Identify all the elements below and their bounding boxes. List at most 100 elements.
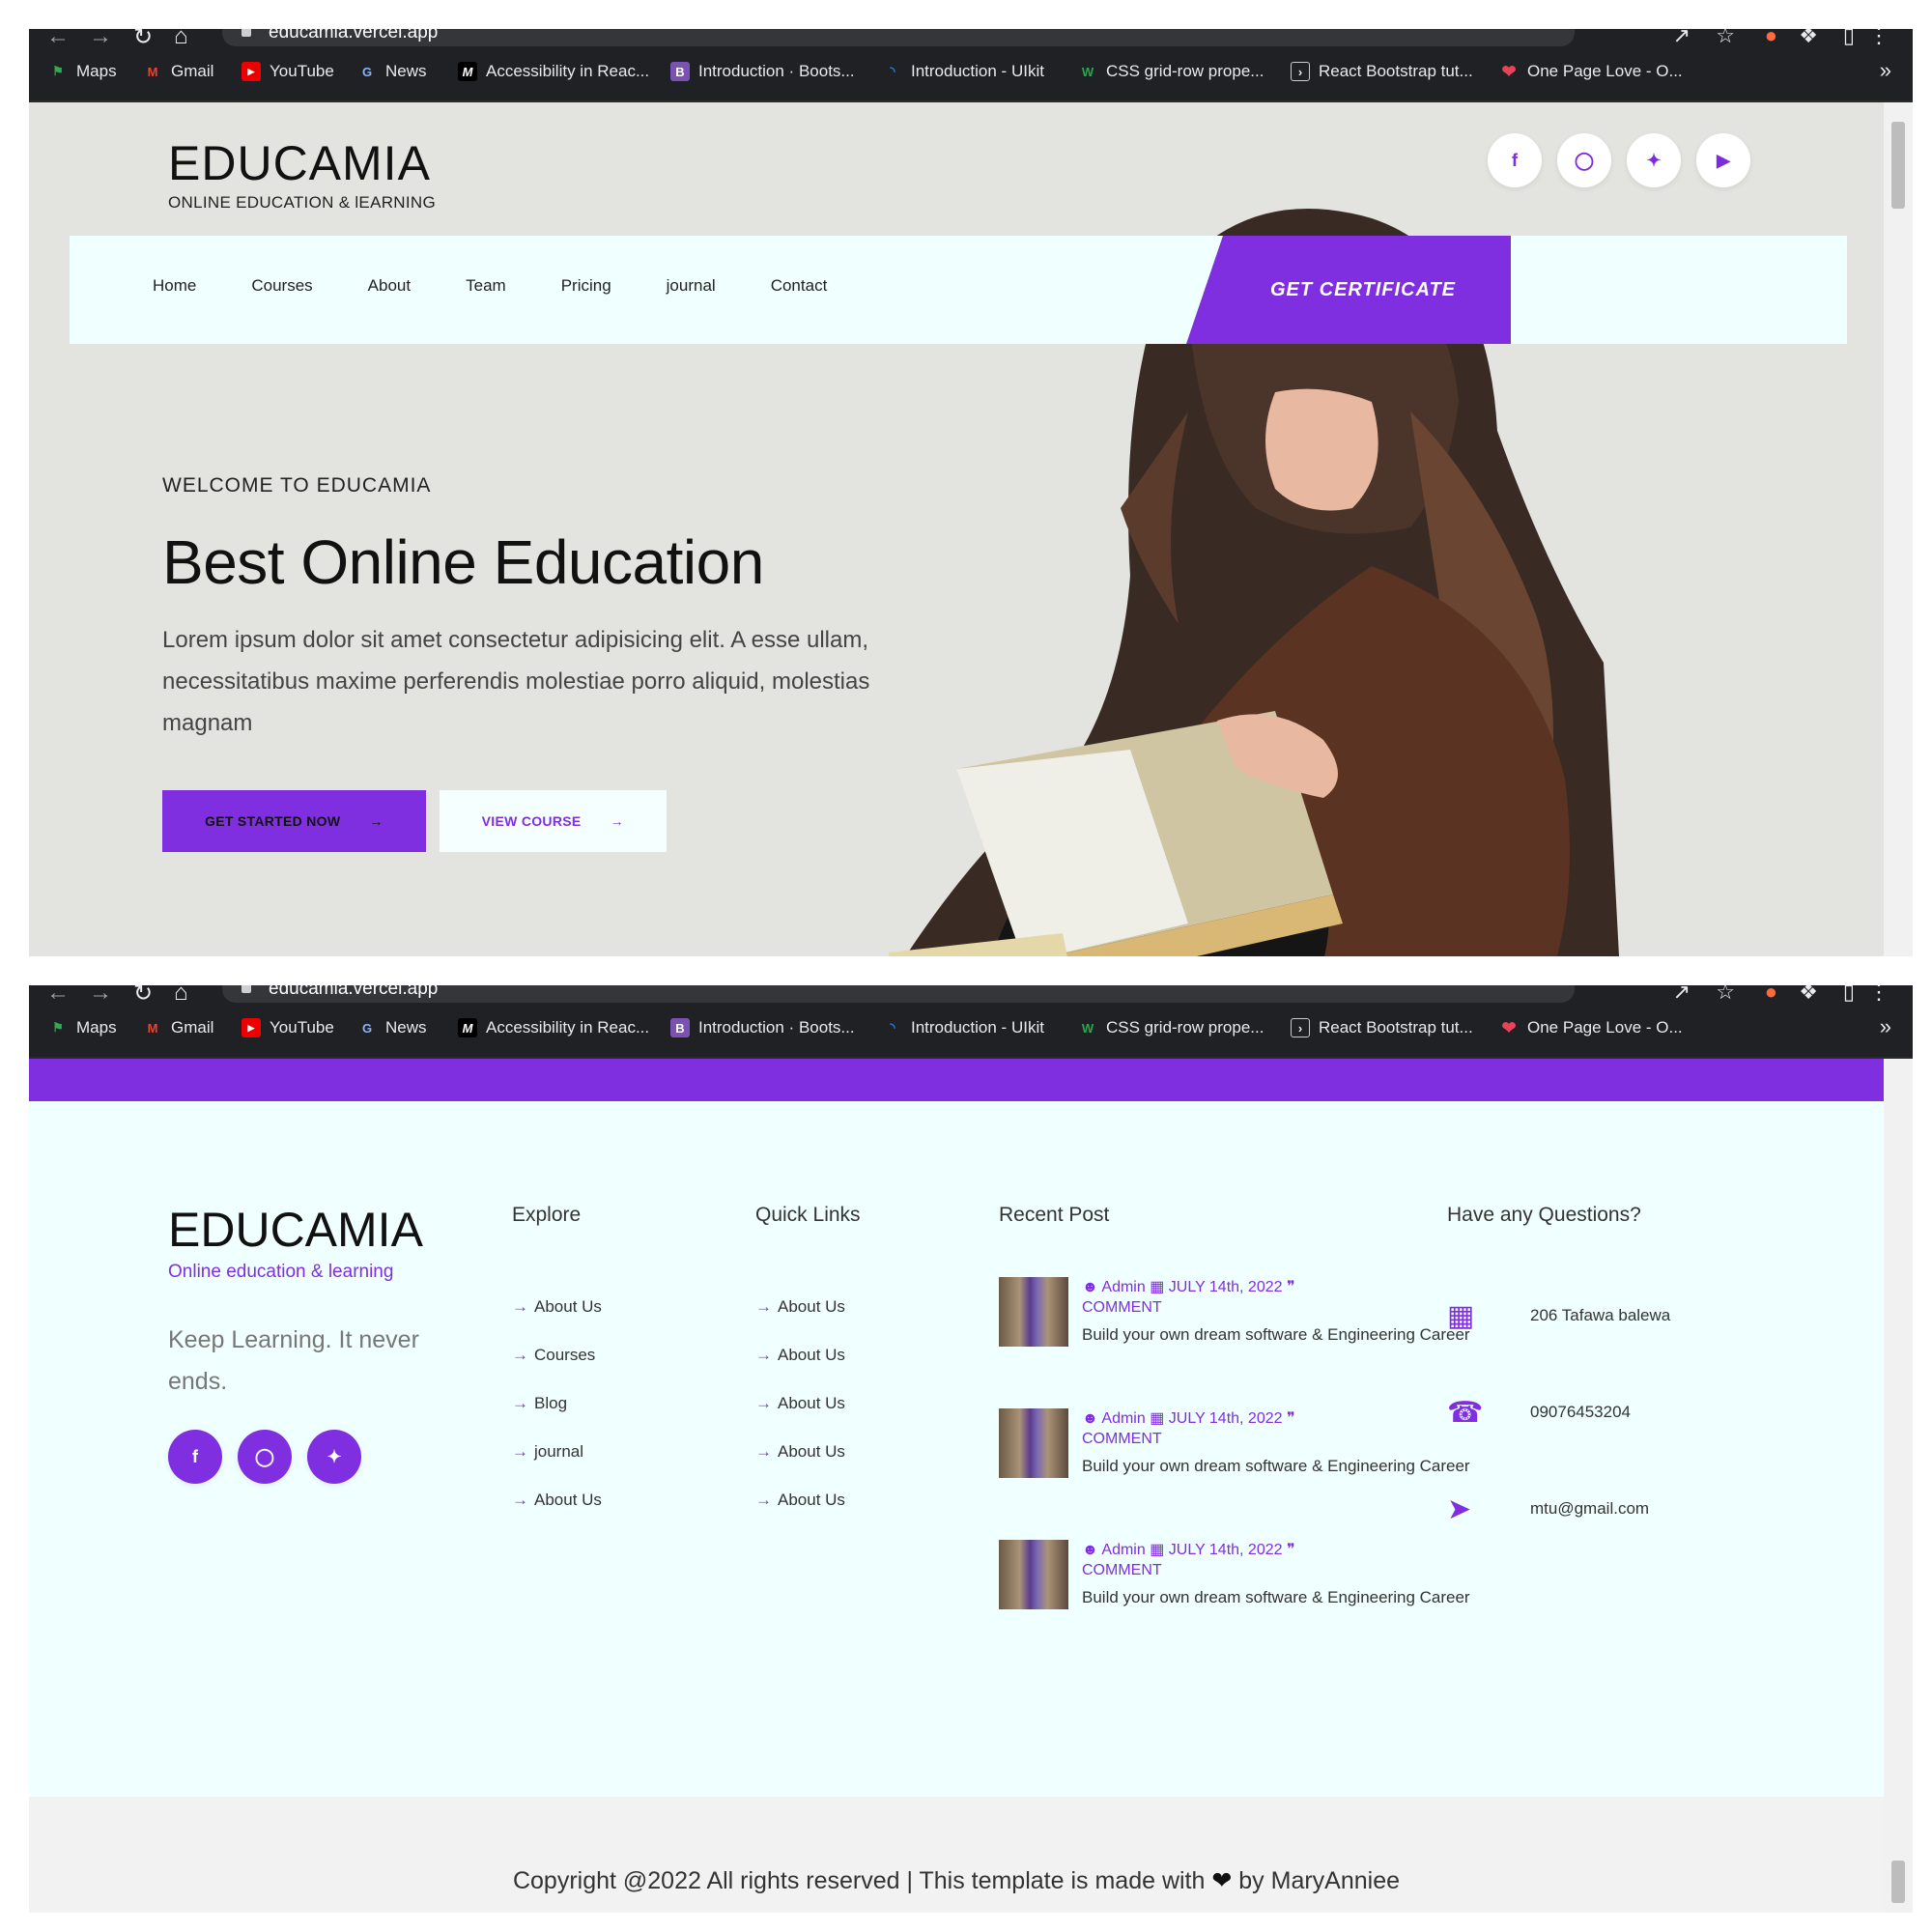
bookmark-uikit[interactable]: ◝ Introduction - UIkit [883, 1018, 1043, 1037]
phone-icon: ☎ [1447, 1396, 1484, 1429]
arrow-right-icon: → [755, 1394, 772, 1412]
puzzle-icon[interactable]: ❖ [1799, 985, 1818, 1005]
nav-item-courses[interactable]: Courses [251, 276, 312, 296]
user-icon: ☻ [1082, 1410, 1098, 1427]
recent-post[interactable]: ☻ Admin ▦ JULY 14th, 2022 ❞ COMMENT Build… [999, 1408, 1470, 1540]
puzzle-icon[interactable]: ❖ [1799, 29, 1818, 48]
post-comment[interactable]: COMMENT [1082, 1562, 1162, 1578]
bookmark-maps[interactable]: ⚑ Maps [48, 1018, 116, 1037]
header-brand[interactable]: EDUCAMIA ONLINE EDUCATION & lEARNING [168, 135, 436, 213]
recent-post-heading: Recent Post [999, 1204, 1110, 1226]
quick-link[interactable]: → About Us [755, 1476, 861, 1524]
sidepanel-icon[interactable]: ▯ [1843, 985, 1855, 1005]
bookmark-gmail[interactable]: M Gmail [143, 1018, 214, 1037]
gmail-icon: M [147, 64, 158, 79]
bookmark-react-bootstrap[interactable]: › React Bootstrap tut... [1291, 1018, 1473, 1037]
url-field[interactable]: educamia.vercel.app [222, 985, 1575, 1003]
bookmark-youtube[interactable]: ▶ YouTube [242, 62, 334, 81]
view-course-button[interactable]: VIEW COURSE → [439, 790, 667, 852]
instagram-icon[interactable]: ◯ [1557, 133, 1611, 187]
bookmark-news[interactable]: G News [357, 1018, 427, 1037]
page-scrollbar[interactable] [1884, 1059, 1913, 1913]
get-started-button[interactable]: GET STARTED NOW → [162, 790, 426, 852]
explore-link[interactable]: → Blog [512, 1379, 602, 1428]
nav-item-team[interactable]: Team [466, 276, 506, 296]
explore-link[interactable]: → About Us [512, 1476, 602, 1524]
extension-icon[interactable]: ● [1765, 29, 1777, 48]
facebook-icon[interactable]: f [1488, 133, 1542, 187]
copyright-text: Copyright @2022 All rights reserved | Th… [512, 1867, 1401, 1894]
nav-item-about[interactable]: About [368, 276, 411, 296]
footer-recent-posts: Recent Post ☻ Admin ▦ JULY 14th, 2022 ❞ C… [999, 1204, 1470, 1671]
bookmark-css-grid[interactable]: W CSS grid-row prope... [1078, 1018, 1264, 1037]
star-icon[interactable]: ☆ [1716, 985, 1735, 1005]
bookmark-bootstrap[interactable]: B Introduction · Boots... [670, 1018, 855, 1037]
contact-email[interactable]: ➤ mtu@gmail.com [1447, 1461, 1670, 1557]
recent-post[interactable]: ☻ Admin ▦ JULY 14th, 2022 ❞ COMMENT Build… [999, 1540, 1470, 1671]
bookmark-bootstrap[interactable]: B Introduction · Boots... [670, 62, 855, 81]
post-comment[interactable]: COMMENT [1082, 1299, 1162, 1316]
more-bookmarks-icon[interactable]: » [1880, 1014, 1891, 1039]
facebook-icon[interactable]: f [168, 1430, 222, 1484]
menu-icon[interactable]: ⋮ [1868, 985, 1889, 1005]
post-author[interactable]: Admin [1101, 1410, 1145, 1427]
bookmark-uikit[interactable]: ◝ Introduction - UIkit [883, 62, 1043, 81]
extension-icon[interactable]: ● [1765, 985, 1777, 1005]
post-comment[interactable]: COMMENT [1082, 1431, 1162, 1447]
explore-link[interactable]: → journal [512, 1428, 602, 1476]
bookmark-gmail[interactable]: M Gmail [143, 62, 214, 81]
bookmark-youtube[interactable]: ▶ YouTube [242, 1018, 334, 1037]
post-title[interactable]: Build your own dream software & Engineer… [1082, 1456, 1470, 1476]
post-title[interactable]: Build your own dream software & Engineer… [1082, 1324, 1470, 1345]
quick-link[interactable]: → About Us [755, 1283, 861, 1331]
hero-buttons: GET STARTED NOW → VIEW COURSE → [162, 790, 954, 852]
twitter-icon[interactable]: ✦ [1627, 133, 1681, 187]
bookmark-onepagelove[interactable]: ❤ One Page Love - O... [1499, 62, 1682, 81]
bookmark-news[interactable]: G News [357, 62, 427, 81]
nav-item-home[interactable]: Home [153, 276, 196, 296]
footer-brand: EDUCAMIA Online education & learning Kee… [168, 1202, 429, 1484]
arrow-right-icon: → [755, 1297, 772, 1316]
instagram-icon[interactable]: ◯ [238, 1430, 292, 1484]
share-icon[interactable]: ↗ [1673, 985, 1690, 1005]
bookmark-onepagelove[interactable]: ❤ One Page Love - O... [1499, 1018, 1682, 1037]
url-text: educamia.vercel.app [269, 29, 439, 43]
main-navbar: Home Courses About Team Pricing journal … [70, 236, 1847, 344]
nav-item-journal[interactable]: journal [667, 276, 716, 296]
explore-link[interactable]: → Courses [512, 1331, 602, 1379]
quick-link[interactable]: → About Us [755, 1428, 861, 1476]
arrow-right-icon: → [512, 1297, 528, 1316]
twitter-icon[interactable]: ✦ [307, 1430, 361, 1484]
arrow-right-icon: → [755, 1346, 772, 1364]
nav-item-pricing[interactable]: Pricing [561, 276, 611, 296]
get-certificate-button[interactable]: GET CERTIFICATE [1186, 236, 1511, 344]
maps-icon: ⚑ [52, 1020, 64, 1035]
contact-phone[interactable]: ☎ 09076453204 [1447, 1364, 1670, 1461]
explore-link[interactable]: → About Us [512, 1283, 602, 1331]
bookmark-css-grid[interactable]: W CSS grid-row prope... [1078, 62, 1264, 81]
post-author[interactable]: Admin [1101, 1542, 1145, 1558]
scrollbar-thumb[interactable] [1891, 122, 1905, 209]
star-icon[interactable]: ☆ [1716, 29, 1735, 48]
bookmark-accessibility[interactable]: M Accessibility in Reac... [458, 1018, 649, 1037]
scrollbar-thumb[interactable] [1891, 1861, 1905, 1903]
bookmark-accessibility[interactable]: M Accessibility in Reac... [458, 62, 649, 81]
more-bookmarks-icon[interactable]: » [1880, 58, 1891, 83]
explore-heading: Explore [512, 1204, 582, 1226]
post-author[interactable]: Admin [1101, 1279, 1145, 1295]
bookmark-react-bootstrap[interactable]: › React Bootstrap tut... [1291, 62, 1473, 81]
sidepanel-icon[interactable]: ▯ [1843, 29, 1855, 48]
quick-link[interactable]: → About Us [755, 1379, 861, 1428]
bookmark-maps[interactable]: ⚑ Maps [48, 62, 116, 81]
quick-link[interactable]: → About Us [755, 1331, 861, 1379]
share-icon[interactable]: ↗ [1673, 29, 1690, 48]
nav-item-contact[interactable]: Contact [771, 276, 828, 296]
page-scrollbar[interactable] [1884, 102, 1913, 956]
menu-icon[interactable]: ⋮ [1868, 29, 1889, 48]
post-title[interactable]: Build your own dream software & Engineer… [1082, 1587, 1470, 1607]
url-field[interactable]: educamia.vercel.app [222, 29, 1575, 46]
youtube-icon[interactable]: ▶ [1696, 133, 1750, 187]
recent-post[interactable]: ☻ Admin ▦ JULY 14th, 2022 ❞ COMMENT Build… [999, 1277, 1470, 1408]
hero-content: WELCOME TO EDUCAMIA Best Online Educatio… [162, 474, 954, 852]
footer-brand-name[interactable]: EDUCAMIA [168, 1202, 429, 1258]
